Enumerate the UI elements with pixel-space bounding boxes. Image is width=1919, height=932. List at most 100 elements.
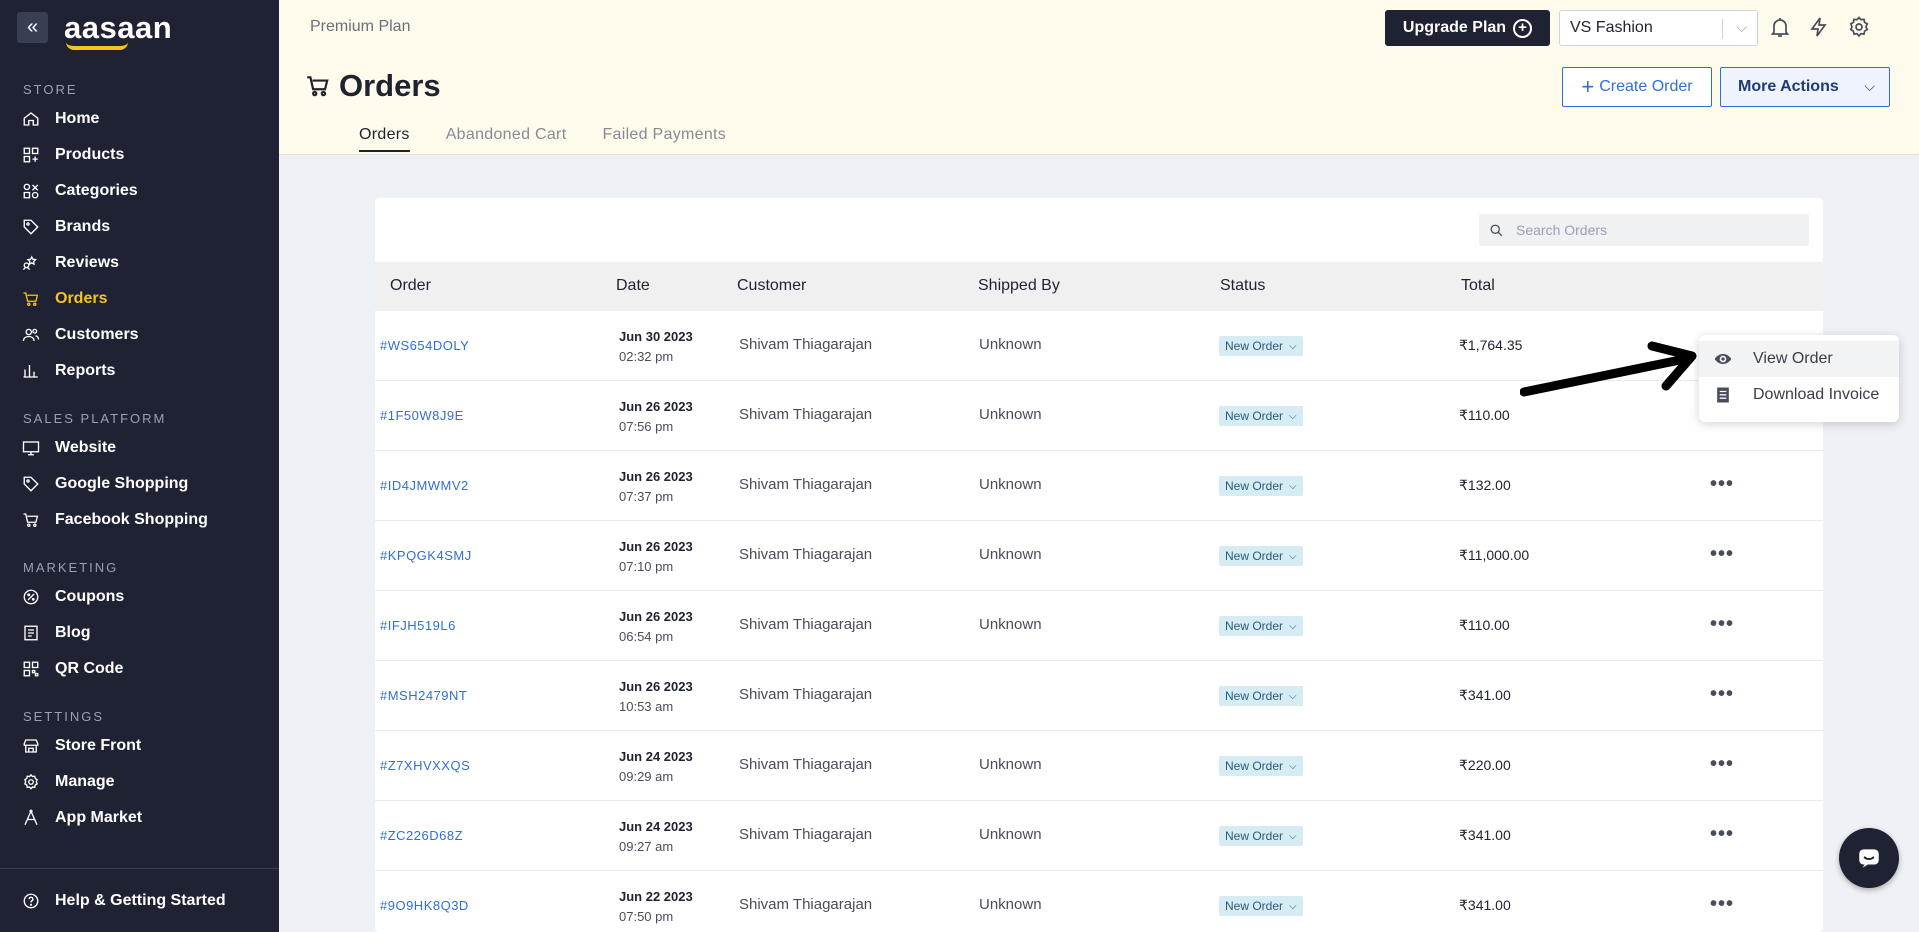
lightning-icon[interactable] (1807, 15, 1831, 39)
order-date-time: 07:37 pm (619, 489, 674, 504)
column-header-status[interactable]: Status (1220, 277, 1265, 295)
table-row[interactable]: #ZC226D68Z Jun 24 2023 09:27 am Shivam Thia… (375, 801, 1823, 871)
sidebar-item-customers[interactable]: Customers (0, 317, 279, 353)
column-header-order[interactable]: Order (390, 277, 431, 295)
order-date-time: 06:54 pm (619, 629, 674, 644)
order-id-link[interactable]: #MSH2479NT (380, 688, 467, 703)
arrow-annotation-icon (1520, 341, 1697, 397)
order-id-link[interactable]: #1F50W8J9E (380, 408, 464, 423)
sidebar-item-coupons[interactable]: Coupons (0, 579, 279, 615)
tab-abandoned-cart[interactable]: Abandoned Cart (446, 126, 567, 152)
tab-orders[interactable]: Orders (359, 126, 410, 152)
sidebar: « aasaan STORE Home Products Categories Bran… (0, 0, 279, 932)
more-options-icon[interactable]: ••• (1710, 543, 1734, 566)
status-badge[interactable]: New Order ⌵ (1219, 406, 1303, 426)
document-icon (1717, 387, 1729, 403)
search-input[interactable]: Search Orders (1479, 214, 1809, 246)
sidebar-item-reports[interactable]: Reports (0, 353, 279, 389)
table-row[interactable]: #Z7XHVXXQS Jun 24 2023 09:29 am Shivam Thia… (375, 731, 1823, 801)
status-label: New Order (1225, 899, 1284, 913)
table-row[interactable]: #9O9HK8Q3D Jun 22 2023 07:50 pm Shivam Thia… (375, 871, 1823, 932)
table-row[interactable]: #IFJH519L6 Jun 26 2023 06:54 pm Shivam Thia… (375, 591, 1823, 661)
order-date: Jun 30 2023 02:32 pm (619, 327, 693, 367)
store-select[interactable]: VS Fashion ⌵ (1559, 10, 1758, 46)
more-options-icon[interactable]: ••• (1710, 753, 1734, 776)
more-actions-button[interactable]: More Actions ⌵ (1720, 67, 1890, 107)
status-badge[interactable]: New Order ⌵ (1219, 546, 1303, 566)
download-invoice-menu-item[interactable]: Download Invoice (1699, 377, 1899, 413)
sidebar-item-store-front[interactable]: Store Front (0, 728, 279, 764)
sidebar-item-blog[interactable]: Blog (0, 615, 279, 651)
chevron-down-icon: ⌵ (1289, 900, 1297, 912)
sidebar-item-label: Blog (55, 624, 91, 641)
order-id-link[interactable]: #KPQGK4SMJ (380, 548, 472, 563)
order-date: Jun 26 2023 07:10 pm (619, 537, 693, 577)
sidebar-item-qr-code[interactable]: QR Code (0, 651, 279, 687)
create-order-button[interactable]: + Create Order (1562, 67, 1712, 107)
sidebar-item-orders[interactable]: Orders (0, 281, 279, 317)
order-total: ₹110.00 (1459, 617, 1510, 633)
chat-button[interactable] (1839, 828, 1899, 888)
status-badge[interactable]: New Order ⌵ (1219, 336, 1303, 356)
sidebar-item-app-market[interactable]: App Market (0, 800, 279, 836)
sidebar-item-manage[interactable]: Manage (0, 764, 279, 800)
sidebar-item-label: Categories (55, 182, 138, 199)
table-row[interactable]: #KPQGK4SMJ Jun 26 2023 07:10 pm Shivam Thia… (375, 521, 1823, 591)
customer-name: Shivam Thiagarajan (739, 756, 873, 773)
collapse-sidebar-button[interactable]: « (17, 11, 48, 43)
order-id-link[interactable]: #WS654DOLY (380, 338, 469, 353)
sidebar-item-categories[interactable]: Categories (0, 173, 279, 209)
home-icon (22, 110, 40, 128)
status-badge[interactable]: New Order ⌵ (1219, 826, 1303, 846)
status-badge[interactable]: New Order ⌵ (1219, 476, 1303, 496)
sidebar-item-home[interactable]: Home (0, 101, 279, 137)
table-row[interactable]: #ID4JMWMV2 Jun 26 2023 07:37 pm Shivam Thia… (375, 451, 1823, 521)
reviews-icon (22, 254, 40, 272)
upgrade-plan-button[interactable]: Upgrade Plan + (1385, 10, 1550, 46)
sidebar-item-facebook-shopping[interactable]: Facebook Shopping (0, 502, 279, 538)
help-link[interactable]: Help & Getting Started (0, 868, 279, 932)
products-icon (22, 146, 40, 164)
customer-name: Shivam Thiagarajan (739, 826, 873, 843)
order-id-link[interactable]: #ID4JMWMV2 (380, 478, 469, 493)
sidebar-item-brands[interactable]: Brands (0, 209, 279, 245)
status-label: New Order (1225, 409, 1284, 423)
order-id-link[interactable]: #ZC226D68Z (380, 828, 463, 843)
column-header-total[interactable]: Total (1461, 277, 1495, 295)
section-title: SETTINGS (23, 709, 105, 724)
sidebar-item-label: Website (55, 439, 117, 456)
chevron-down-icon: ⌵ (1289, 830, 1297, 842)
order-id-link[interactable]: #Z7XHVXXQS (380, 758, 470, 773)
sidebar-item-products[interactable]: Products (0, 137, 279, 173)
eye-icon (1714, 354, 1732, 364)
logo[interactable]: aasaan (64, 12, 172, 50)
table-row[interactable]: #MSH2479NT Jun 26 2023 10:53 am Shivam Thia… (375, 661, 1823, 731)
bell-icon[interactable] (1768, 15, 1792, 39)
status-badge[interactable]: New Order ⌵ (1219, 686, 1303, 706)
sidebar-item-google-shopping[interactable]: Google Shopping (0, 466, 279, 502)
status-badge[interactable]: New Order ⌵ (1219, 756, 1303, 776)
shipped-by: Unknown (979, 336, 1042, 353)
more-options-icon[interactable]: ••• (1710, 473, 1734, 496)
sidebar-item-reviews[interactable]: Reviews (0, 245, 279, 281)
more-options-icon[interactable]: ••• (1710, 683, 1734, 706)
column-header-date[interactable]: Date (616, 277, 650, 295)
more-options-icon[interactable]: ••• (1710, 613, 1734, 636)
search-icon (1490, 224, 1503, 236)
tab-failed-payments[interactable]: Failed Payments (602, 126, 726, 152)
order-id-link[interactable]: #IFJH519L6 (380, 618, 456, 633)
status-badge[interactable]: New Order ⌵ (1219, 616, 1303, 636)
shipped-by: Unknown (979, 896, 1042, 913)
categories-icon (22, 182, 40, 200)
more-options-icon[interactable]: ••• (1710, 823, 1734, 846)
status-badge[interactable]: New Order ⌵ (1219, 896, 1303, 916)
sidebar-item-website[interactable]: Website (0, 430, 279, 466)
gear-icon[interactable] (1847, 15, 1871, 39)
view-order-menu-item[interactable]: View Order (1699, 341, 1899, 377)
order-id-link[interactable]: #9O9HK8Q3D (380, 898, 469, 913)
tag-icon (22, 475, 40, 493)
column-header-shipped-by[interactable]: Shipped By (978, 277, 1060, 295)
column-header-customer[interactable]: Customer (737, 277, 806, 295)
storefront-icon (22, 737, 40, 755)
more-options-icon[interactable]: ••• (1710, 893, 1734, 916)
